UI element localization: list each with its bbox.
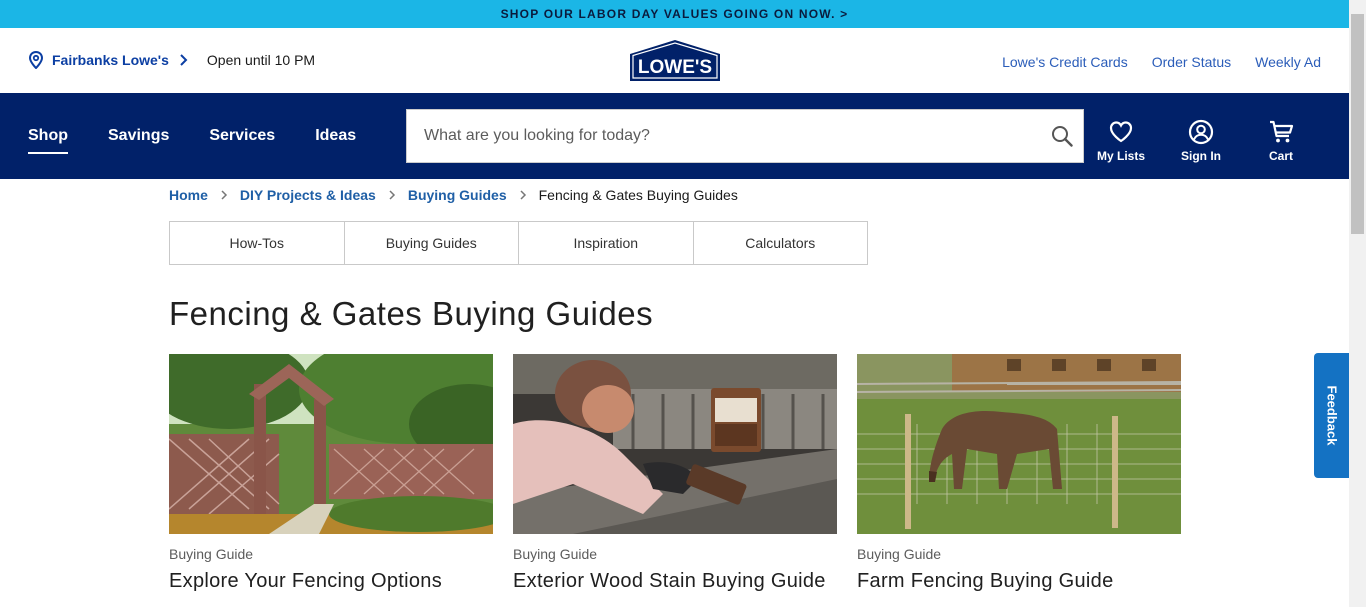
utility-header: Fairbanks Lowe's Open until 10 PM LOWE'S… — [0, 28, 1349, 93]
breadcrumb: Home DIY Projects & Ideas Buying Guides … — [169, 187, 738, 203]
my-lists-button[interactable]: My Lists — [1081, 119, 1161, 163]
cart-button[interactable]: Cart — [1241, 119, 1321, 163]
nav-shop[interactable]: Shop — [28, 127, 68, 154]
card-title[interactable]: Farm Fencing Buying Guide — [857, 570, 1181, 593]
feedback-tab[interactable]: Feedback — [1314, 353, 1349, 478]
breadcrumb-diy[interactable]: DIY Projects & Ideas — [240, 187, 376, 203]
chevron-right-icon — [180, 54, 188, 66]
page: SHOP OUR LABOR DAY VALUES GOING ON NOW. … — [0, 0, 1366, 607]
nav-ideas[interactable]: Ideas — [315, 127, 356, 145]
heart-icon — [1109, 121, 1133, 143]
scrollbar-thumb[interactable] — [1351, 14, 1364, 234]
location-pin-icon — [28, 51, 44, 69]
breadcrumb-current: Fencing & Gates Buying Guides — [538, 187, 738, 203]
chevron-right-icon — [520, 190, 526, 200]
order-status-link[interactable]: Order Status — [1152, 54, 1231, 70]
promo-bar: SHOP OUR LABOR DAY VALUES GOING ON NOW. … — [0, 0, 1349, 28]
search-input[interactable] — [407, 110, 1051, 162]
store-hours: Open until 10 PM — [206, 52, 316, 68]
guide-card[interactable]: Buying Guide Explore Your Fencing Option… — [169, 354, 493, 593]
sign-in-label: Sign In — [1181, 149, 1221, 163]
nav-icons: My Lists Sign In Cart — [1081, 119, 1321, 163]
page-scrollbar[interactable] — [1349, 0, 1366, 607]
credit-cards-link[interactable]: Lowe's Credit Cards — [1002, 54, 1128, 70]
cart-label: Cart — [1268, 149, 1293, 163]
guide-card[interactable]: Buying Guide Exterior Wood Stain Buying … — [513, 354, 837, 593]
breadcrumb-home[interactable]: Home — [169, 187, 208, 203]
card-kicker: Buying Guide — [513, 546, 598, 562]
store-selector[interactable]: Fairbanks Lowe's Open until 10 PM — [28, 51, 315, 69]
feedback-label: Feedback — [1324, 385, 1340, 446]
store-name[interactable]: Fairbanks Lowe's — [52, 52, 169, 68]
page-title: Fencing & Gates Buying Guides — [169, 295, 654, 332]
nav-links: Shop Savings Services Ideas — [28, 93, 356, 179]
user-icon — [1188, 119, 1214, 145]
card-image-wood-stain[interactable] — [513, 354, 837, 534]
guide-card[interactable]: Buying Guide Farm Fencing Buying Guide — [857, 354, 1181, 593]
tab-how-tos[interactable]: How-Tos — [169, 221, 345, 265]
search-icon[interactable] — [1051, 125, 1073, 147]
category-tabs: How-Tos Buying Guides Inspiration Calcul… — [169, 221, 868, 265]
card-title[interactable]: Explore Your Fencing Options — [169, 570, 493, 593]
promo-link[interactable]: SHOP OUR LABOR DAY VALUES GOING ON NOW. … — [501, 7, 849, 21]
card-kicker: Buying Guide — [857, 546, 942, 562]
utility-links: Lowe's Credit Cards Order Status Weekly … — [1002, 54, 1321, 70]
guide-cards: Buying Guide Explore Your Fencing Option… — [169, 354, 1181, 593]
lowes-logo[interactable]: LOWE'S — [630, 40, 720, 81]
tab-buying-guides[interactable]: Buying Guides — [343, 221, 519, 265]
svg-text:LOWE'S: LOWE'S — [638, 57, 712, 78]
card-image-fencing-options[interactable] — [169, 354, 493, 534]
main-nav: Shop Savings Services Ideas My Lists — [0, 93, 1349, 179]
sign-in-button[interactable]: Sign In — [1161, 119, 1241, 163]
my-lists-label: My Lists — [1096, 149, 1145, 163]
tab-calculators[interactable]: Calculators — [692, 221, 868, 265]
card-image-farm-fencing[interactable] — [857, 354, 1181, 534]
tab-inspiration[interactable]: Inspiration — [518, 221, 694, 265]
weekly-ad-link[interactable]: Weekly Ad — [1255, 54, 1321, 70]
search-bar — [406, 109, 1084, 163]
nav-savings[interactable]: Savings — [108, 127, 169, 145]
card-kicker: Buying Guide — [169, 546, 254, 562]
nav-services[interactable]: Services — [209, 127, 275, 145]
chevron-right-icon — [221, 190, 227, 200]
breadcrumb-buying-guides[interactable]: Buying Guides — [408, 187, 507, 203]
chevron-right-icon — [389, 190, 395, 200]
card-title[interactable]: Exterior Wood Stain Buying Guide — [513, 570, 837, 593]
cart-icon — [1270, 120, 1294, 143]
